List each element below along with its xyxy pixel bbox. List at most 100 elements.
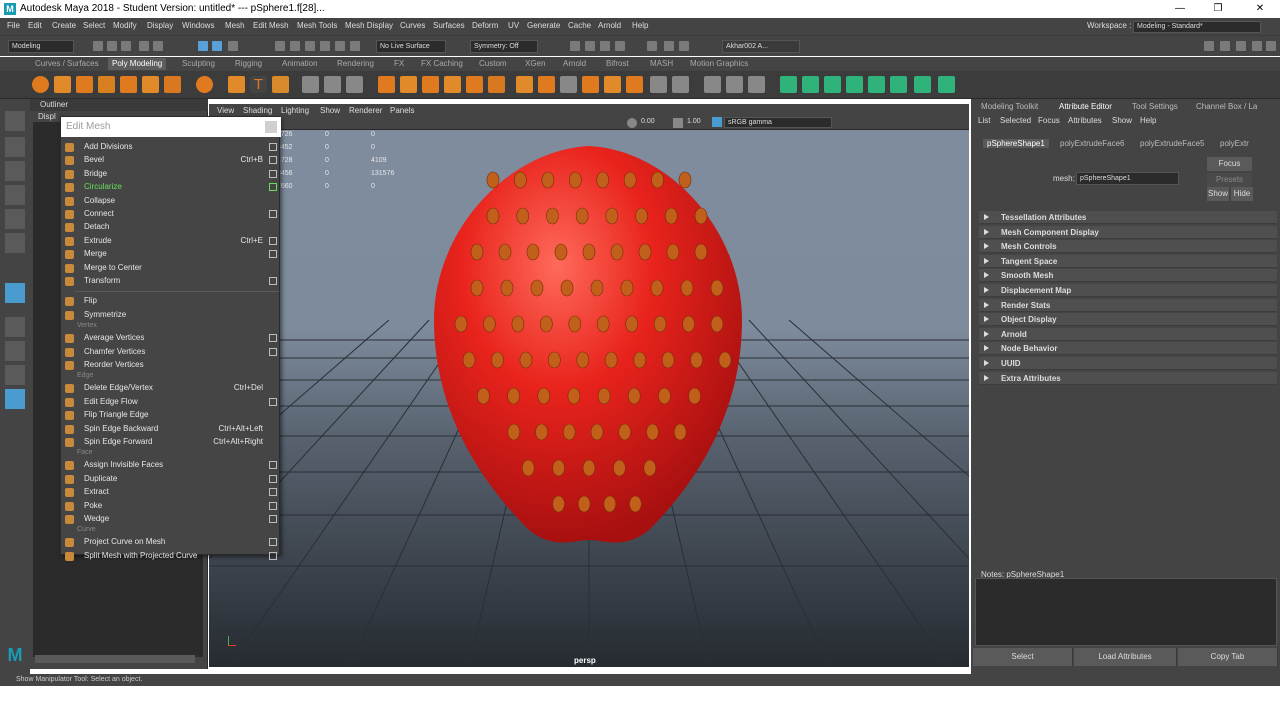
snap-vertex-icon[interactable] (350, 41, 360, 51)
section-tangent-space[interactable]: Tangent Space (979, 254, 1277, 268)
option-box-icon[interactable] (269, 551, 277, 560)
user-account[interactable]: Akhar002 A... (722, 40, 800, 53)
focus-button[interactable]: Focus (1207, 157, 1252, 171)
vp-menu-renderer[interactable]: Renderer (349, 106, 382, 115)
colorspace-dropdown[interactable]: sRGB gamma (724, 117, 832, 128)
ae-menu-list[interactable]: List (978, 116, 990, 125)
crease-icon[interactable] (726, 76, 743, 93)
option-box-icon[interactable] (269, 169, 277, 178)
tab-channel-box[interactable]: Channel Box / La (1196, 102, 1257, 111)
spherical-uv-icon[interactable] (846, 76, 863, 93)
option-box-icon[interactable] (269, 461, 277, 470)
section-mesh-component-display[interactable]: Mesh Component Display (979, 225, 1277, 239)
redo-icon[interactable] (153, 41, 163, 51)
menu-mesh[interactable]: Mesh (225, 21, 245, 30)
section-displacement-map[interactable]: Displacement Map (979, 284, 1277, 297)
menu-generate[interactable]: Generate (527, 21, 560, 30)
menu-item-merge-to-center[interactable]: Merge to Center (61, 262, 281, 275)
load-attributes-button[interactable]: Load Attributes (1074, 648, 1177, 666)
hide-button[interactable]: Hide (1231, 187, 1253, 201)
symmetry-dropdown[interactable]: Symmetry: Off (470, 40, 538, 53)
poly-disc-icon[interactable] (164, 76, 181, 93)
show-button[interactable]: Show (1207, 187, 1229, 201)
menu-item-merge[interactable]: Merge (61, 248, 281, 261)
menu-item-symmetrize[interactable]: Symmetrize (61, 309, 281, 322)
menu-item-edit-edge-flow[interactable]: Edit Edge Flow (61, 396, 281, 409)
shelf-tab-fx-caching[interactable]: FX Caching (421, 59, 463, 68)
option-box-icon[interactable] (269, 210, 277, 218)
snap-curve-icon[interactable] (290, 41, 300, 51)
fill-hole-icon[interactable] (444, 76, 461, 93)
shelf-tab-mash[interactable]: MASH (650, 59, 673, 68)
undo-icon[interactable] (139, 41, 149, 51)
collapse-icon[interactable] (626, 76, 643, 93)
select-button[interactable]: Select (973, 648, 1073, 666)
snap-surface-icon[interactable] (335, 41, 345, 51)
ae-menu-show[interactable]: Show (1112, 116, 1132, 125)
vp-menu-panels[interactable]: Panels (390, 106, 414, 115)
snap-view-icon[interactable] (320, 41, 330, 51)
option-box-icon[interactable] (269, 515, 277, 523)
unfold-uv-icon[interactable] (890, 76, 907, 93)
outliner-tab[interactable]: Outliner (30, 99, 208, 111)
ae-menu-selected[interactable]: Selected (1000, 116, 1031, 125)
maximize-button[interactable]: ❐ (1208, 3, 1228, 14)
shelf-tab-arnold[interactable]: Arnold (563, 59, 586, 68)
section-arnold[interactable]: Arnold (979, 327, 1277, 341)
menu-item-wedge[interactable]: Wedge (61, 513, 281, 526)
exposure-icon[interactable] (627, 118, 637, 128)
insert-loop-icon[interactable] (672, 76, 689, 93)
poly-cube-icon[interactable] (54, 76, 71, 93)
merge-icon[interactable] (538, 76, 555, 93)
render-view-icon[interactable] (664, 41, 674, 51)
append-icon[interactable] (466, 76, 483, 93)
ae-menu-focus[interactable]: Focus (1038, 116, 1060, 125)
option-box-icon[interactable] (269, 143, 277, 151)
option-box-icon[interactable] (269, 334, 277, 343)
save-scene-icon[interactable] (121, 41, 131, 51)
mode-dropdown[interactable]: Modeling (8, 40, 74, 53)
render-settings-icon[interactable] (615, 41, 625, 51)
poly-torus-icon[interactable] (120, 76, 137, 93)
ipr-render-icon[interactable] (600, 41, 610, 51)
shelf-tab-fx[interactable]: FX (394, 59, 404, 68)
separate-icon[interactable] (324, 76, 341, 93)
tab-tool-settings[interactable]: Tool Settings (1132, 102, 1178, 111)
option-box-icon[interactable] (269, 501, 277, 510)
shelf-tab-xgen[interactable]: XGen (525, 59, 545, 68)
tear-off-icon[interactable] (265, 121, 277, 133)
auto-uv-icon[interactable] (868, 76, 885, 93)
menu-item-flip-triangle-edge[interactable]: Flip Triangle Edge (61, 409, 281, 422)
shelf-tab-poly-modeling[interactable]: Poly Modeling (108, 58, 167, 70)
section-mesh-controls[interactable]: Mesh Controls (979, 240, 1277, 254)
edge-loop-icon[interactable] (650, 76, 667, 93)
section-uuid[interactable]: UUID (979, 357, 1277, 370)
menu-item-assign-invisible-faces[interactable]: Assign Invisible Faces (61, 459, 281, 472)
option-box-icon[interactable] (269, 277, 277, 285)
outliner-display-menu[interactable]: Displ (38, 112, 56, 121)
poly-cone-icon[interactable] (98, 76, 115, 93)
menu-mesh-display[interactable]: Mesh Display (345, 21, 393, 30)
mesh-name-field[interactable]: pSphereShape1 (1076, 172, 1179, 185)
vp-menu-lighting[interactable]: Lighting (281, 106, 309, 115)
scale-tool-icon[interactable] (5, 233, 25, 253)
vp-menu-shading[interactable]: Shading (243, 106, 272, 115)
menu-item-chamfer-vertices[interactable]: Chamfer Vertices (61, 346, 281, 359)
paint-select-tool-icon[interactable] (5, 161, 25, 181)
exposure-value[interactable]: 0.00 (641, 118, 655, 125)
option-box-icon[interactable] (269, 183, 277, 192)
select-mode-icon[interactable] (198, 41, 208, 51)
tab-modeling-toolkit[interactable]: Modeling Toolkit (981, 102, 1038, 111)
menu-item-reorder-vertices[interactable]: Reorder Vertices (61, 359, 281, 372)
shelf-tab-bifrost[interactable]: Bifrost (606, 59, 629, 68)
viewport-persp[interactable]: View Shading Lighting Show Renderer Pane… (209, 104, 969, 667)
node-tab-polyextr[interactable]: polyExtr (1220, 139, 1249, 148)
menu-edit[interactable]: Edit (28, 21, 42, 30)
menu-edit-mesh[interactable]: Edit Mesh (253, 21, 289, 30)
tab-attribute-editor[interactable]: Attribute Editor (1059, 102, 1112, 111)
node-tab-polyextrudeface6[interactable]: polyExtrudeFace6 (1060, 139, 1124, 148)
single-view-icon[interactable] (5, 317, 25, 337)
layout-uv-icon[interactable] (914, 76, 931, 93)
menu-item-transform[interactable]: Transform (61, 275, 281, 288)
menu-item-detach[interactable]: Detach (61, 221, 281, 234)
